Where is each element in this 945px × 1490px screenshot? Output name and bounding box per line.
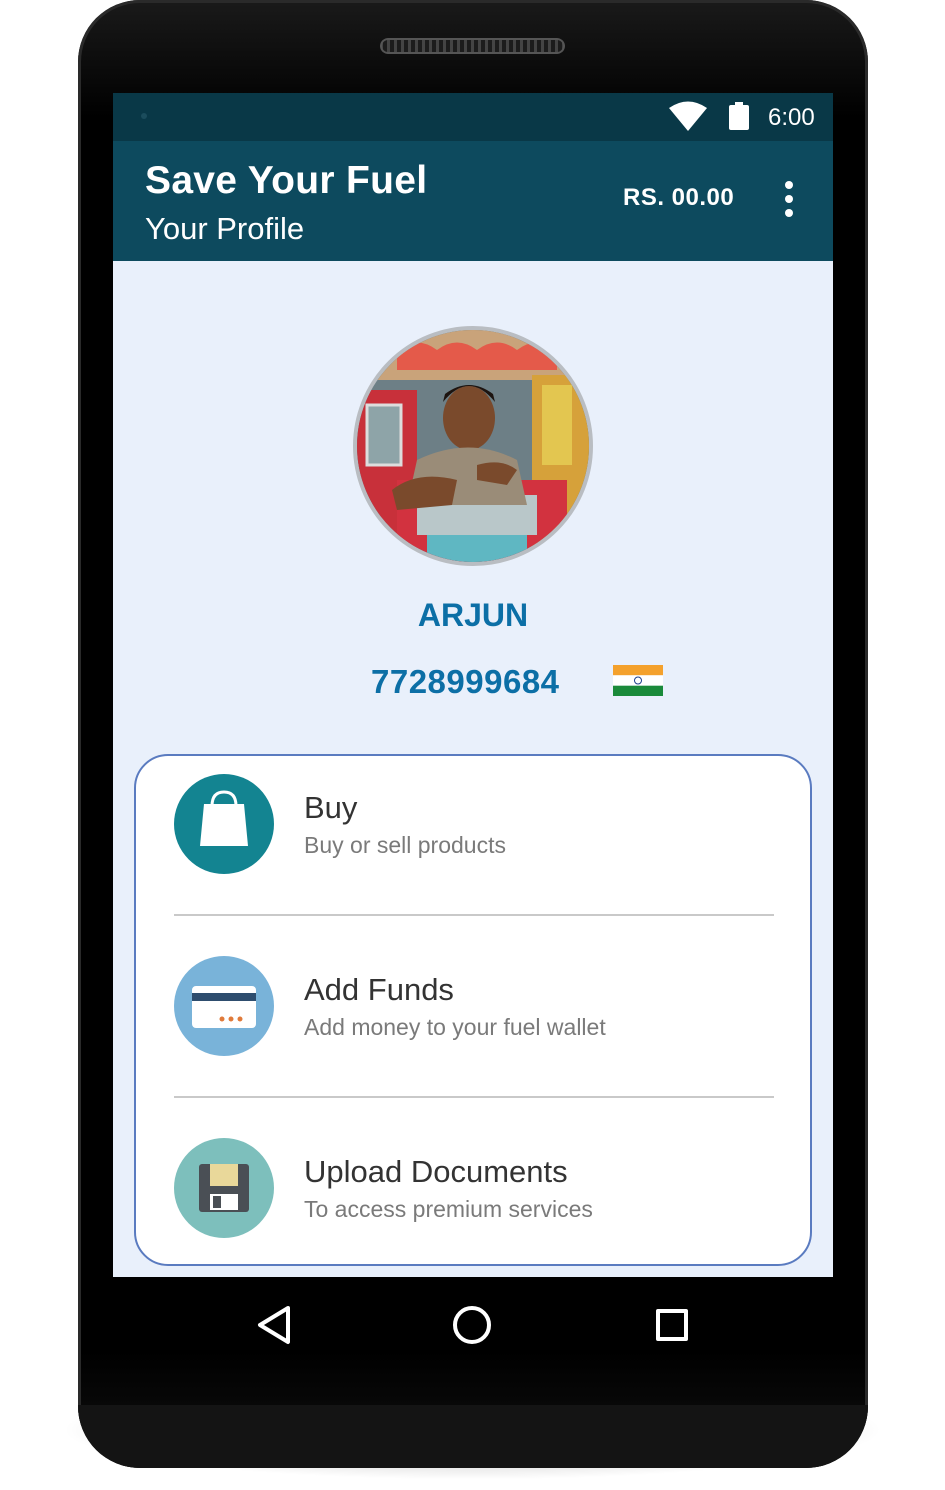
home-icon[interactable] xyxy=(453,1306,491,1344)
status-bar: 6:00 xyxy=(113,93,833,141)
menu-item-title: Add Funds xyxy=(304,972,454,1007)
profile-photo xyxy=(357,330,589,562)
phone-chin xyxy=(78,1405,868,1468)
divider xyxy=(174,1096,774,1098)
user-name: ARJUN xyxy=(417,597,529,633)
screen: 6:00 Save Your Fuel Your Profile RS. 00.… xyxy=(113,93,833,1277)
notification-dot xyxy=(141,113,147,119)
menu-item-title: Buy xyxy=(304,790,358,825)
menu-item-buy[interactable]: Buy Buy or sell products xyxy=(136,756,810,938)
floppy-disk-icon xyxy=(199,1164,249,1212)
wallet-balance[interactable]: RS. 00.00 xyxy=(623,184,734,212)
wifi-icon xyxy=(669,101,707,131)
menu-item-upload-documents[interactable]: Upload Documents To access premium servi… xyxy=(136,1120,810,1277)
add-funds-icon-circle xyxy=(174,956,274,1056)
app-title: Save Your Fuel xyxy=(145,159,428,202)
credit-card-icon xyxy=(192,986,256,1028)
menu-item-title: Upload Documents xyxy=(304,1154,568,1189)
menu-item-subtitle: Buy or sell products xyxy=(304,832,506,858)
menu-item-subtitle: Add money to your fuel wallet xyxy=(304,1014,606,1040)
speaker-grille xyxy=(380,38,565,54)
india-flag-icon xyxy=(613,665,663,696)
menu-item-add-funds[interactable]: Add Funds Add money to your fuel wallet xyxy=(136,938,810,1120)
upload-icon-circle xyxy=(174,1138,274,1238)
status-time: 6:00 xyxy=(768,104,815,131)
user-phone-number: 7728999684 xyxy=(371,663,560,700)
divider xyxy=(174,914,774,916)
menu-card: Buy Buy or sell products Add Funds Add m… xyxy=(134,754,812,1266)
device-stage: 6:00 Save Your Fuel Your Profile RS. 00.… xyxy=(0,0,945,1490)
battery-icon xyxy=(729,102,749,130)
shopping-bag-icon xyxy=(200,790,248,846)
back-icon[interactable] xyxy=(256,1305,292,1345)
app-bar: Save Your Fuel Your Profile RS. 00.00 xyxy=(113,141,833,261)
avatar[interactable] xyxy=(353,326,593,566)
menu-item-subtitle: To access premium services xyxy=(304,1196,593,1222)
recent-apps-icon[interactable] xyxy=(656,1309,688,1341)
overflow-menu-icon[interactable] xyxy=(777,179,801,219)
buy-icon-circle xyxy=(174,774,274,874)
page-subtitle: Your Profile xyxy=(145,211,305,246)
